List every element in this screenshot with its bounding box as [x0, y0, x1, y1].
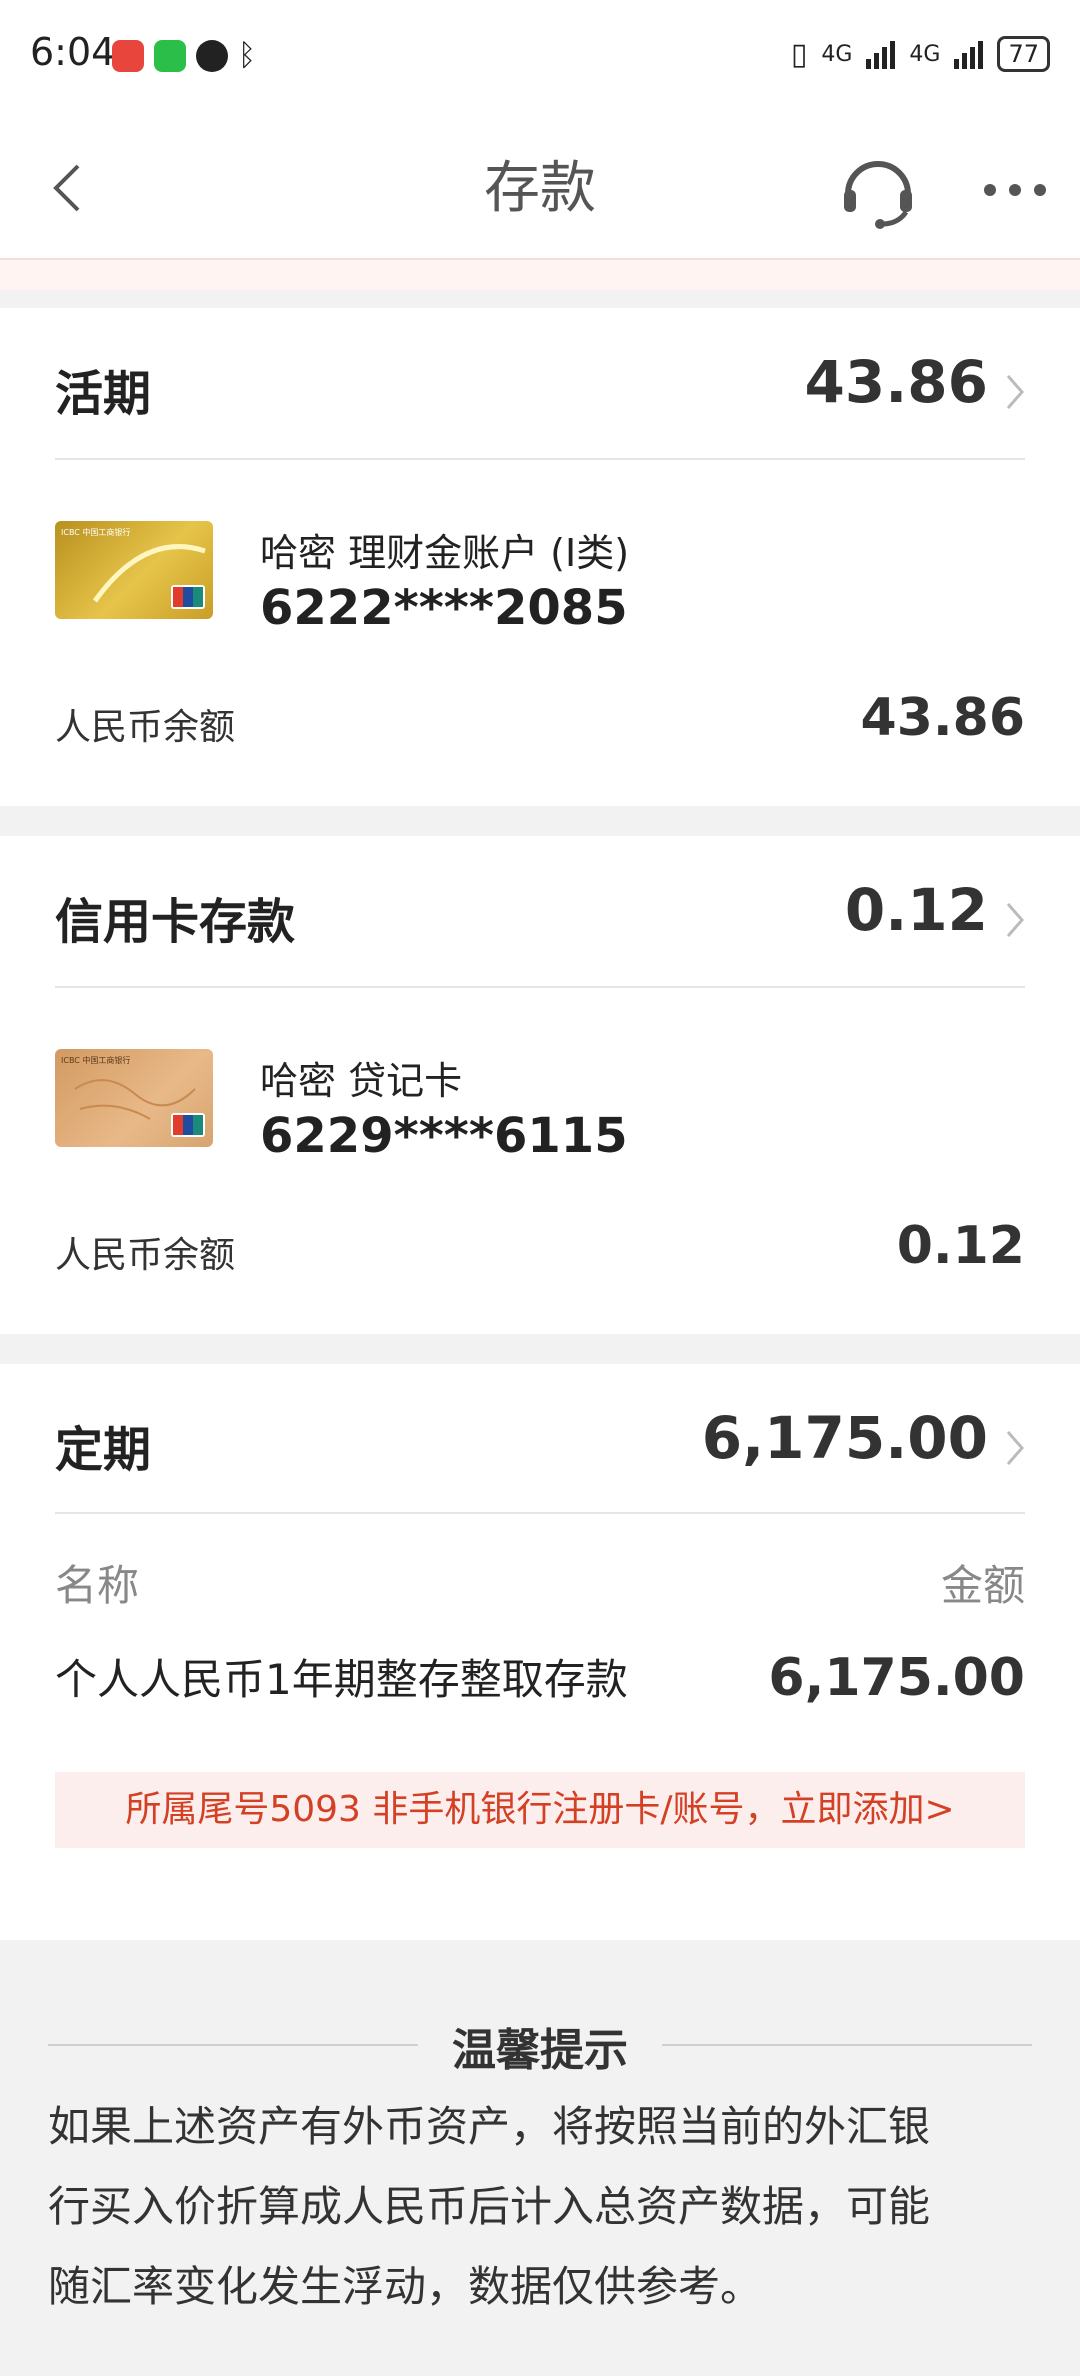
headset-icon[interactable]: [838, 150, 918, 230]
status-bar: 6:04 ᛒ ▯ 4G 4G 77: [0, 0, 1080, 120]
section-total[interactable]: 6,175.00: [702, 1404, 988, 1472]
add-account-notice[interactable]: 所属尾号5093 非手机银行注册卡/账号，立即添加>: [55, 1772, 1025, 1848]
divider: [55, 1512, 1025, 1514]
current-deposit-card: 活期 43.86 ICBC 中国工商银行 哈密 理财金账户 (I类) 6222*…: [0, 308, 1080, 806]
account-number: 6222****2085: [260, 580, 628, 636]
section-total[interactable]: 0.12: [845, 876, 988, 944]
vibrate-icon: ▯: [790, 36, 808, 72]
fixed-deposit-card: 定期 6,175.00 名称 金额 个人人民币1年期整存整取存款 6,175.0…: [0, 1364, 1080, 1940]
account-name: 哈密 理财金账户 (I类): [260, 531, 630, 575]
divider: [55, 458, 1025, 460]
balance-value: 43.86: [860, 688, 1025, 748]
chevron-right-icon[interactable]: [1002, 898, 1028, 942]
section-title: 定期: [55, 1422, 152, 1478]
alarm-icon: [196, 40, 228, 72]
page-title: 存款: [484, 156, 596, 221]
section-title: 活期: [55, 366, 152, 422]
column-header-name: 名称: [55, 1561, 140, 1610]
bluetooth-icon: ᛒ: [238, 38, 256, 73]
tips-line-3: 随汇率变化发生浮动，数据仅供参考。: [48, 2262, 763, 2311]
account-name: 哈密 贷记卡: [260, 1059, 463, 1103]
battery-icon: 77: [997, 36, 1050, 72]
bank-card-image: ICBC 中国工商银行: [55, 521, 213, 619]
status-time: 6:04: [30, 30, 116, 74]
tips-title: 温馨提示: [452, 2025, 628, 2076]
column-header-amount: 金额: [940, 1561, 1025, 1610]
more-options-icon[interactable]: [980, 180, 1050, 200]
balance-label: 人民币余额: [55, 707, 236, 748]
nav-bar: 存款: [0, 120, 1080, 260]
tip-divider-right: [662, 2044, 1032, 2046]
chevron-right-icon[interactable]: [1002, 370, 1028, 414]
status-indicators: ▯ 4G 4G 77: [791, 36, 1050, 72]
shop-app-icon: [112, 40, 144, 72]
section-total[interactable]: 43.86: [805, 348, 988, 416]
divider: [55, 986, 1025, 988]
balance-label: 人民币余额: [55, 1235, 236, 1276]
signal-label-2: 4G: [909, 41, 941, 67]
credit-deposit-card: 信用卡存款 0.12 ICBC 中国工商银行 哈密 贷记卡 6229****61…: [0, 836, 1080, 1334]
header-tint: [0, 260, 1080, 290]
account-number: 6229****6115: [260, 1108, 628, 1164]
svg-text:ICBC 中国工商银行: ICBC 中国工商银行: [61, 1055, 130, 1065]
svg-text:ICBC 中国工商银行: ICBC 中国工商银行: [61, 527, 130, 537]
section-title: 信用卡存款: [55, 894, 296, 950]
balance-value: 0.12: [896, 1216, 1025, 1276]
signal-bars-icon: [954, 39, 984, 69]
bank-card-image: ICBC 中国工商银行: [55, 1049, 213, 1147]
wechat-icon: [154, 40, 186, 72]
chevron-right-icon[interactable]: [1002, 1426, 1028, 1470]
product-amount: 6,175.00: [768, 1648, 1025, 1708]
signal-bars-icon: [866, 39, 896, 69]
product-name[interactable]: 个人人民币1年期整存整取存款: [55, 1654, 635, 1706]
signal-label-1: 4G: [821, 41, 853, 67]
notification-icons: ᛒ: [112, 40, 270, 72]
